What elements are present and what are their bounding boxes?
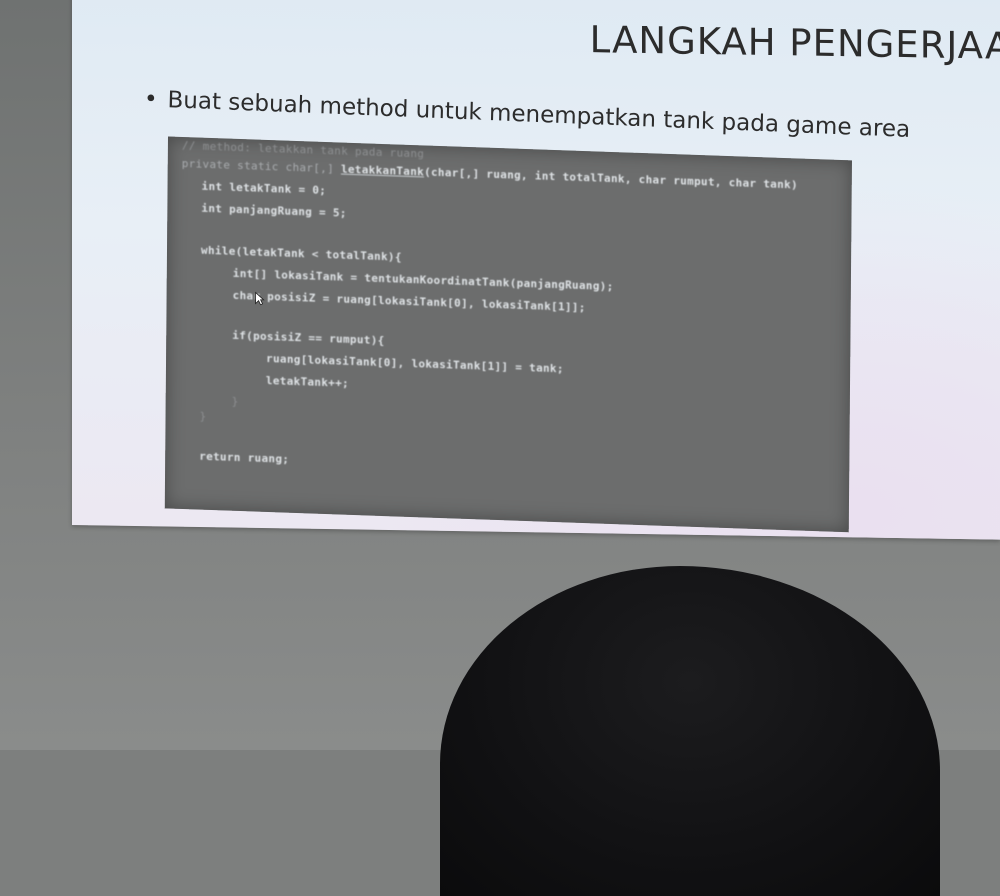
- projected-slide: LANGKAH PENGERJAAN • Buat sebuah method u…: [72, 0, 1000, 540]
- code-screenshot: // method: letakkan tank pada ruang priv…: [164, 136, 852, 533]
- code-keyword: private static char[,]: [181, 156, 335, 176]
- bullet-text: Buat sebuah method untuk menempatkan tan…: [167, 87, 911, 143]
- code-line: letakTank++;: [265, 373, 350, 390]
- code-line: int panjangRuang = 5;: [201, 201, 347, 220]
- code-line: // method: letakkan tank pada ruang: [181, 138, 425, 161]
- slide-bullet: • Buat sebuah method untuk menempatkan ta…: [144, 86, 911, 143]
- code-line: ruang[lokasiTank[0], lokasiTank[1]] = ta…: [266, 351, 564, 376]
- bullet-dot-icon: •: [143, 86, 158, 113]
- code-line: int[] lokasiTank = tentukanKoordinatTank…: [232, 266, 614, 294]
- code-params: (char[,] ruang, int totalTank, char rump…: [424, 165, 798, 192]
- slide-title: LANGKAH PENGERJAAN: [589, 18, 1000, 69]
- code-line: if(posisiZ == rumput){: [232, 328, 385, 348]
- code-line: char posisiZ = ruang[lokasiTank[0], loka…: [232, 288, 586, 315]
- code-line: }: [199, 409, 207, 423]
- code-line: }: [231, 394, 239, 408]
- mouse-cursor-icon: [255, 291, 265, 306]
- code-line: while(letakTank < totalTank){: [200, 243, 402, 264]
- code-method-name: letakkanTank: [340, 162, 425, 179]
- code-line: return ruang;: [199, 449, 290, 466]
- code-line: int letakTank = 0;: [201, 179, 327, 198]
